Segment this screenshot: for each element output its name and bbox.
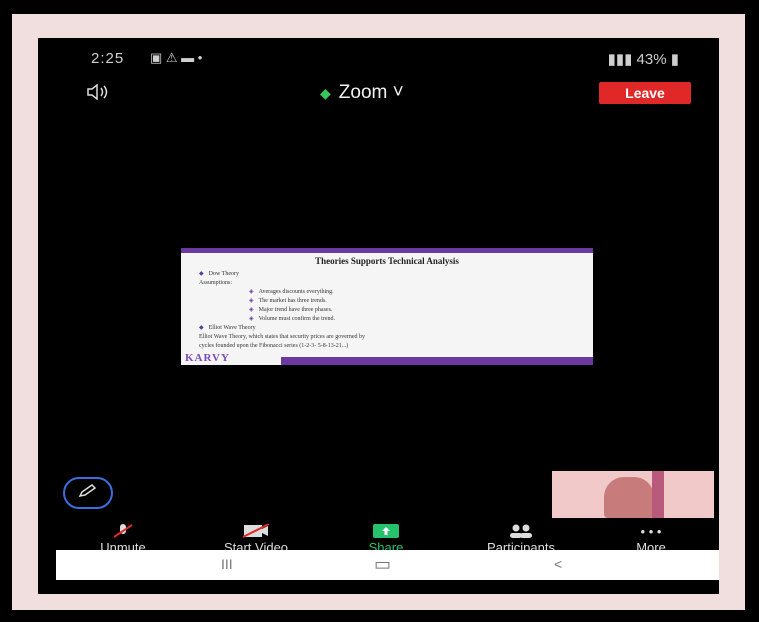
slide-line-text: Assumptions: [199,280,233,286]
signal-icon: ▮▮▮ [607,51,637,68]
slide-line-text: cycles founded upon the Fibonacci series… [199,343,349,349]
slide-line-text: Dow Theory [208,271,240,277]
slide-line: Elliot Wave Theory, which states that se… [199,333,579,342]
bullet-icon: ◆ [199,271,204,277]
battery-level: 43% [636,51,667,68]
status-time: 2:25 [91,50,125,67]
more-icon: • • • [640,524,662,539]
slide-line-text: Averages discounts everything. [258,289,334,295]
slide-line: ◈ Averages discounts everything. [199,288,579,297]
slide-content: ◆ Dow Theory Assumptions: ◈ Averages discoun… [199,270,579,351]
shared-slide: Theories Supports Technical Analysis ◆ Do… [181,248,593,365]
slide-line-text: Elliot Wave Theory, which states that se… [199,334,366,340]
android-nav-bar: III ▭ < [56,550,719,580]
meeting-title-label: Zoom [338,82,388,103]
slide-line: ◈ The market has three trends. [199,297,579,306]
video-off-icon [201,523,311,538]
share-icon [331,524,441,538]
slide-line-text: Elliot Wave Theory [208,325,256,331]
recents-icon[interactable]: III [221,556,233,572]
slide-line-text: Major trend have three phases. [258,307,333,313]
background-curtain [652,471,664,518]
annotate-button[interactable] [63,477,113,509]
slide-title: Theories Supports Technical Analysis [315,256,459,266]
battery-icon: ▮ [666,51,679,68]
slide-line: ◆ Elliot Wave Theory [199,324,579,333]
meeting-toolbar: Unmute Start Video Share Participants • … [38,523,719,555]
participant-video [604,477,654,518]
bullet-icon: ◆ [199,325,204,331]
participants-icon [466,524,576,538]
slide-line-text: Volume must confirm the trend. [258,316,336,322]
chevron-down-icon: ˅ [387,82,404,103]
status-bar: 2:25 ▣ ⚠ ▬ • ▮▮▮ 43% ▮ [38,38,719,78]
meeting-title[interactable]: ◆ Zoom ˅ [320,82,404,104]
pencil-icon [78,484,97,498]
bullet-icon: ◈ [249,307,254,313]
slide-line-text: The market has three trends. [258,298,327,304]
slide-line: ◆ Dow Theory [199,270,579,279]
battery-status: ▮▮▮ 43% ▮ [608,50,679,68]
karvy-logo: KARVY [185,352,230,364]
slide-bottom-bar [281,357,593,365]
back-icon[interactable]: < [554,556,562,572]
slide-top-bar [181,248,593,253]
bullet-icon: ◈ [249,316,254,322]
bullet-icon: ◈ [249,298,254,304]
slide-line: cycles founded upon the Fibonacci series… [199,342,579,351]
mic-muted-icon [68,524,178,538]
bullet-icon: ◈ [249,289,254,295]
home-icon[interactable]: ▭ [374,554,391,575]
speaker-icon[interactable] [86,83,112,105]
slide-line: ◈ Major trend have three phases. [199,306,579,315]
notification-icons: ▣ ⚠ ▬ • [150,50,203,65]
slide-line: Assumptions: [199,279,579,288]
phone-screen: 2:25 ▣ ⚠ ▬ • ▮▮▮ 43% ▮ ◆ Zoom ˅ Leave The… [38,38,719,594]
self-video-thumbnail[interactable] [552,471,714,518]
slide-line: ◈ Volume must confirm the trend. [199,315,579,324]
leave-button[interactable]: Leave [599,82,691,104]
meeting-topbar: ◆ Zoom ˅ Leave [38,78,719,114]
shield-icon: ◆ [320,85,331,101]
